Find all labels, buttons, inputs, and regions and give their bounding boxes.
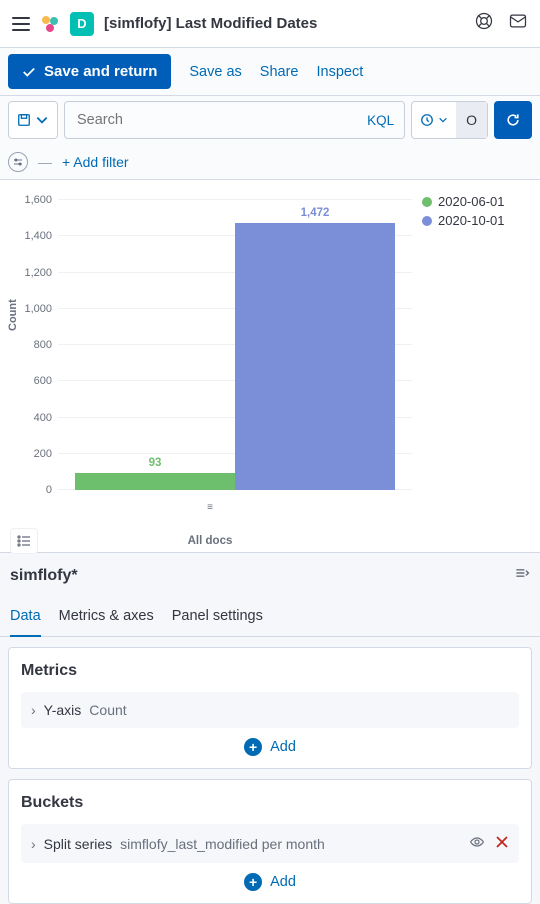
x-tick-mark: ≡ bbox=[8, 502, 412, 513]
save-and-return-button[interactable]: Save and return bbox=[8, 54, 171, 89]
legend-label: 2020-10-01 bbox=[438, 213, 505, 228]
tab-panel-settings[interactable]: Panel settings bbox=[172, 598, 263, 636]
time-range-short: O bbox=[456, 102, 487, 138]
check-icon bbox=[22, 65, 36, 79]
menu-toggle[interactable] bbox=[12, 17, 30, 31]
y-tick: 0 bbox=[16, 484, 52, 496]
plus-icon: + bbox=[244, 873, 262, 891]
add-metric-button[interactable]: + Add bbox=[21, 728, 519, 756]
add-metric-label: Add bbox=[270, 739, 296, 755]
y-tick: 1,600 bbox=[16, 194, 52, 206]
metric-label: Y-axis bbox=[44, 702, 82, 718]
legend-item[interactable]: 2020-06-01 bbox=[422, 194, 532, 209]
chart-bar: 93 bbox=[75, 473, 235, 490]
add-bucket-label: Add bbox=[270, 874, 296, 890]
metric-row[interactable]: › Y-axis Count bbox=[21, 692, 519, 728]
y-tick: 1,400 bbox=[16, 230, 52, 242]
clock-icon bbox=[420, 113, 434, 127]
metrics-title: Metrics bbox=[21, 662, 519, 680]
search-input[interactable] bbox=[65, 112, 357, 128]
legend-item[interactable]: 2020-10-01 bbox=[422, 213, 532, 228]
chevron-right-icon: › bbox=[31, 702, 36, 718]
y-tick: 400 bbox=[16, 412, 52, 424]
buckets-title: Buckets bbox=[21, 794, 519, 812]
legend-label: 2020-06-01 bbox=[438, 194, 505, 209]
tab-metrics-axes[interactable]: Metrics & axes bbox=[59, 598, 154, 636]
bucket-value: simflofy_last_modified per month bbox=[120, 836, 325, 852]
chart-legend: 2020-06-01 2020-10-01 bbox=[412, 190, 532, 547]
plus-icon: + bbox=[244, 738, 262, 756]
search-wrapper: KQL bbox=[64, 101, 405, 139]
chevron-down-icon bbox=[35, 113, 49, 127]
bucket-row[interactable]: › Split series simflofy_last_modified pe… bbox=[21, 824, 519, 863]
remove-bucket-icon[interactable] bbox=[495, 835, 509, 852]
index-pattern-title[interactable]: simflofy* bbox=[10, 567, 78, 585]
collapse-icon[interactable]: — bbox=[38, 154, 52, 170]
y-tick: 1,200 bbox=[16, 267, 52, 279]
y-tick: 600 bbox=[16, 375, 52, 387]
y-tick: 1,000 bbox=[16, 303, 52, 315]
disk-icon bbox=[17, 113, 31, 127]
bar-chart: Count 02004006008001,0001,2001,4001,6009… bbox=[58, 190, 412, 500]
add-filter-link[interactable]: + Add filter bbox=[62, 154, 129, 170]
bar-value-label: 93 bbox=[75, 457, 235, 469]
query-language-toggle[interactable]: KQL bbox=[357, 113, 404, 128]
chevron-down-icon bbox=[438, 115, 448, 125]
buckets-section: Buckets › Split series simflofy_last_mod… bbox=[8, 779, 532, 904]
legend-toggle-button[interactable] bbox=[10, 528, 38, 554]
bucket-label: Split series bbox=[44, 836, 112, 852]
refresh-icon bbox=[505, 112, 521, 128]
elastic-logo bbox=[40, 14, 60, 34]
bar-value-label: 1,472 bbox=[235, 207, 395, 219]
legend-dot-icon bbox=[422, 216, 432, 226]
filter-settings-icon[interactable] bbox=[8, 152, 28, 172]
app-badge: D bbox=[70, 12, 94, 36]
help-icon[interactable] bbox=[474, 11, 494, 36]
refresh-button[interactable] bbox=[494, 101, 532, 139]
y-tick: 200 bbox=[16, 448, 52, 460]
toggle-visibility-icon[interactable] bbox=[469, 834, 485, 853]
metric-value: Count bbox=[89, 702, 126, 718]
tab-data[interactable]: Data bbox=[10, 598, 41, 637]
inspect-link[interactable]: Inspect bbox=[316, 64, 363, 80]
add-bucket-button[interactable]: + Add bbox=[21, 863, 519, 891]
x-axis-label: All docs bbox=[8, 535, 412, 547]
save-and-return-label: Save and return bbox=[44, 63, 157, 80]
y-tick: 800 bbox=[16, 339, 52, 351]
legend-dot-icon bbox=[422, 197, 432, 207]
chevron-right-icon: › bbox=[31, 836, 36, 852]
save-as-link[interactable]: Save as bbox=[189, 64, 241, 80]
saved-query-button[interactable] bbox=[8, 101, 58, 139]
chart-bar: 1,472 bbox=[235, 223, 395, 490]
page-title: [simflofy] Last Modified Dates bbox=[104, 15, 464, 32]
editor-tabs: Data Metrics & axes Panel settings bbox=[0, 598, 540, 637]
chart-area: Count 02004006008001,0001,2001,4001,6009… bbox=[0, 180, 540, 552]
collapse-panel-icon[interactable] bbox=[514, 565, 530, 586]
time-picker[interactable]: O bbox=[411, 101, 488, 139]
mail-icon[interactable] bbox=[508, 11, 528, 36]
metrics-section: Metrics › Y-axis Count + Add bbox=[8, 647, 532, 769]
share-link[interactable]: Share bbox=[260, 64, 299, 80]
